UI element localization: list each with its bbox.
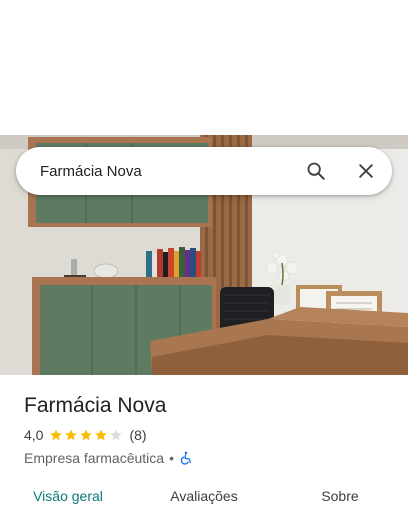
star-filled-icon xyxy=(50,429,63,441)
category-row: Empresa farmacêutica • xyxy=(24,449,394,467)
tab-visao-geral[interactable]: Visão geral xyxy=(0,476,136,510)
tab-sobre[interactable]: Sobre xyxy=(272,476,408,510)
place-info: Farmácia Nova 4,0 (8) Empresa farmacêuti… xyxy=(24,392,394,467)
tab-avaliacoes[interactable]: Avaliações xyxy=(136,476,272,510)
rating-value: 4,0 xyxy=(24,427,44,443)
search-bar[interactable]: Farmácia Nova xyxy=(16,147,392,195)
star-empty-icon xyxy=(110,429,123,441)
star-filled-icon xyxy=(95,429,108,441)
star-filled-icon xyxy=(65,429,78,441)
rating-row[interactable]: 4,0 (8) xyxy=(24,426,394,444)
map-blank-area xyxy=(0,0,408,135)
search-query[interactable]: Farmácia Nova xyxy=(40,163,296,180)
star-filled-icon xyxy=(80,429,93,441)
place-category: Empresa farmacêutica xyxy=(24,450,165,466)
search-icon xyxy=(307,162,325,180)
review-count[interactable]: (8) xyxy=(129,427,146,443)
tab-bar: Visão geral Avaliações Sobre xyxy=(0,476,408,510)
close-icon xyxy=(359,164,373,178)
separator: • xyxy=(169,450,174,466)
search-button[interactable] xyxy=(296,151,336,191)
close-button[interactable] xyxy=(346,151,386,191)
place-title: Farmácia Nova xyxy=(24,394,167,417)
star-rating xyxy=(49,428,124,442)
wheelchair-icon[interactable] xyxy=(179,451,193,465)
